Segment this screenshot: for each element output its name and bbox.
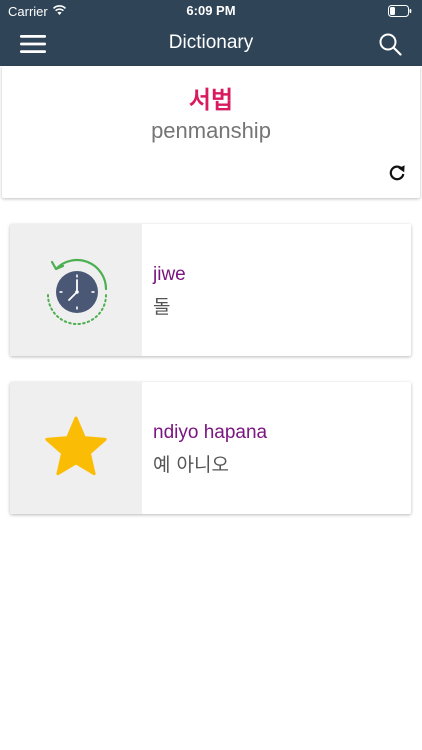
word-english: penmanship bbox=[151, 118, 271, 143]
refresh-icon[interactable] bbox=[388, 164, 406, 182]
history-word: jiwe bbox=[153, 264, 186, 285]
nav-bar: Dictionary bbox=[0, 22, 422, 66]
status-bar: Carrier 6:09 PM bbox=[0, 0, 422, 22]
history-clock-icon bbox=[47, 258, 108, 325]
history-translation: 돌 bbox=[153, 296, 171, 318]
favorite-word: ndiyo hapana bbox=[153, 422, 268, 443]
star-icon bbox=[45, 416, 107, 476]
history-icon-area bbox=[10, 224, 142, 356]
word-korean: 서법 bbox=[188, 86, 234, 114]
favorites-icon-area bbox=[10, 382, 142, 514]
page-title: Dictionary bbox=[168, 32, 254, 53]
search-icon[interactable] bbox=[378, 32, 402, 56]
word-of-day-card[interactable]: 서법 penmanship bbox=[2, 66, 420, 198]
status-time: 6:09 PM bbox=[186, 3, 236, 18]
history-card[interactable]: jiwe 돌 bbox=[10, 224, 411, 356]
favorite-translation: 예 아니오 bbox=[153, 454, 229, 476]
favorites-card[interactable]: ndiyo hapana 예 아니오 bbox=[10, 382, 411, 514]
battery-icon bbox=[388, 5, 412, 17]
